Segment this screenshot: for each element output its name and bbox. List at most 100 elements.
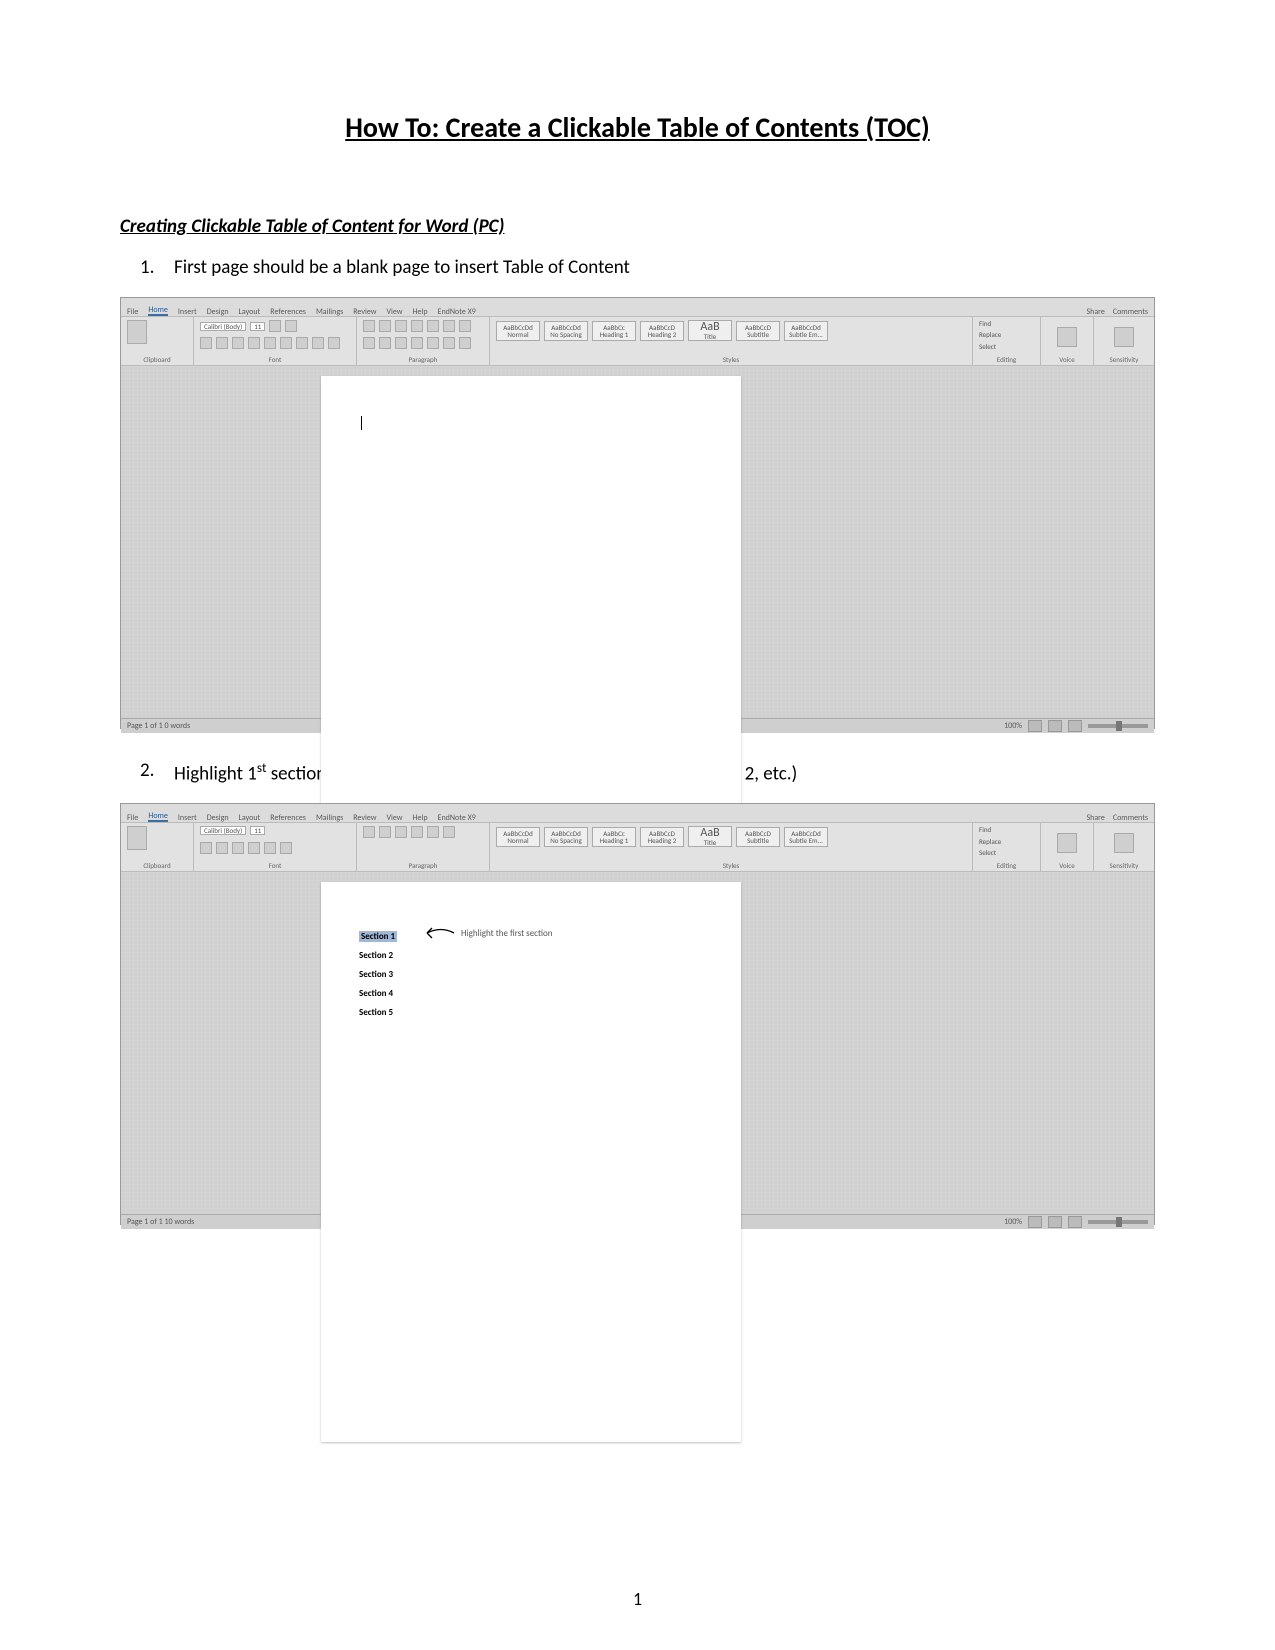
align-center-icon[interactable] xyxy=(379,337,391,349)
show-marks-icon[interactable] xyxy=(459,320,471,332)
tab-review[interactable]: Review xyxy=(353,308,376,316)
select-button[interactable]: Select xyxy=(979,343,1034,350)
tab-help[interactable]: Help xyxy=(413,308,428,316)
tab-design[interactable]: Design xyxy=(207,814,229,822)
tab-view[interactable]: View xyxy=(386,308,402,316)
style-normal[interactable]: AaBbCcDdNormal xyxy=(496,321,540,341)
style-nospacing[interactable]: AaBbCcDdNo Spacing xyxy=(544,827,588,847)
view-readmode-icon[interactable] xyxy=(1028,720,1042,732)
align-left-icon[interactable] xyxy=(395,826,407,838)
tab-layout[interactable]: Layout xyxy=(239,308,261,316)
select-button[interactable]: Select xyxy=(979,849,1034,856)
section-3-text[interactable]: Section 3 xyxy=(359,966,397,985)
tab-view[interactable]: View xyxy=(386,814,402,822)
highlight-icon[interactable] xyxy=(312,337,324,349)
bullets-icon[interactable] xyxy=(363,826,375,838)
dictate-icon[interactable] xyxy=(1057,327,1077,347)
bold-icon[interactable] xyxy=(200,842,212,854)
subscript-icon[interactable] xyxy=(264,337,276,349)
share-button[interactable]: Share xyxy=(1086,814,1104,822)
replace-button[interactable]: Replace xyxy=(979,331,1034,338)
style-subtitle[interactable]: AaBbCcDSubtitle xyxy=(736,321,780,341)
font-name-box[interactable]: Calibri (Body) xyxy=(200,322,246,331)
style-subtleem[interactable]: AaBbCcDdSubtle Em... xyxy=(784,321,828,341)
outdent-icon[interactable] xyxy=(411,320,423,332)
font-name-box[interactable]: Calibri (Body) xyxy=(200,826,246,835)
style-heading1[interactable]: AaBbCcHeading 1 xyxy=(592,321,636,341)
strike-icon[interactable] xyxy=(248,842,260,854)
zoom-slider[interactable] xyxy=(1088,724,1148,728)
style-title[interactable]: AaBTitle xyxy=(688,826,732,847)
superscript-icon[interactable] xyxy=(280,337,292,349)
paste-icon[interactable] xyxy=(127,320,147,344)
tab-home[interactable]: Home xyxy=(148,306,168,316)
style-title[interactable]: AaBTitle xyxy=(688,320,732,341)
multilevel-icon[interactable] xyxy=(395,320,407,332)
tab-references[interactable]: References xyxy=(270,308,306,316)
underline-icon[interactable] xyxy=(232,337,244,349)
comments-button[interactable]: Comments xyxy=(1113,308,1148,316)
align-center-icon[interactable] xyxy=(411,826,423,838)
style-heading2[interactable]: AaBbCcDHeading 2 xyxy=(640,321,684,341)
sort-icon[interactable] xyxy=(427,826,439,838)
view-web-icon[interactable] xyxy=(1068,1216,1082,1228)
font-color-icon[interactable] xyxy=(328,337,340,349)
view-readmode-icon[interactable] xyxy=(1028,1216,1042,1228)
comments-button[interactable]: Comments xyxy=(1113,814,1148,822)
zoom-slider[interactable] xyxy=(1088,1220,1148,1224)
italic-icon[interactable] xyxy=(216,337,228,349)
underline-icon[interactable] xyxy=(232,842,244,854)
style-subtleem[interactable]: AaBbCcDdSubtle Em... xyxy=(784,827,828,847)
numbering-icon[interactable] xyxy=(379,826,391,838)
indent-icon[interactable] xyxy=(427,320,439,332)
style-heading2[interactable]: AaBbCcDHeading 2 xyxy=(640,827,684,847)
replace-button[interactable]: Replace xyxy=(979,838,1034,845)
tab-references[interactable]: References xyxy=(270,814,306,822)
font-size-box[interactable]: 11 xyxy=(250,322,265,331)
tab-insert[interactable]: Insert xyxy=(178,814,197,822)
find-button[interactable]: Find xyxy=(979,826,1034,833)
tab-endnote[interactable]: EndNote X9 xyxy=(438,814,476,822)
section-4-text[interactable]: Section 4 xyxy=(359,985,397,1004)
shrink-font-icon[interactable] xyxy=(285,320,297,332)
tab-file[interactable]: File xyxy=(127,308,138,316)
tab-home[interactable]: Home xyxy=(148,812,168,822)
bullets-icon[interactable] xyxy=(363,320,375,332)
tab-mailings[interactable]: Mailings xyxy=(316,814,343,822)
paste-icon[interactable] xyxy=(127,826,147,850)
shading-icon[interactable] xyxy=(443,337,455,349)
text-effects-icon[interactable] xyxy=(296,337,308,349)
section-2-text[interactable]: Section 2 xyxy=(359,947,397,966)
tab-insert[interactable]: Insert xyxy=(178,308,197,316)
tab-mailings[interactable]: Mailings xyxy=(316,308,343,316)
italic-icon[interactable] xyxy=(216,842,228,854)
sort-icon[interactable] xyxy=(443,320,455,332)
show-marks-icon[interactable] xyxy=(443,826,455,838)
highlight-icon[interactable] xyxy=(264,842,276,854)
line-spacing-icon[interactable] xyxy=(427,337,439,349)
sensitivity-icon[interactable] xyxy=(1114,327,1134,347)
align-right-icon[interactable] xyxy=(395,337,407,349)
tab-layout[interactable]: Layout xyxy=(239,814,261,822)
view-web-icon[interactable] xyxy=(1068,720,1082,732)
tab-file[interactable]: File xyxy=(127,814,138,822)
style-subtitle[interactable]: AaBbCcDSubtitle xyxy=(736,827,780,847)
document-canvas[interactable] xyxy=(121,366,1154,718)
bold-icon[interactable] xyxy=(200,337,212,349)
font-size-box[interactable]: 11 xyxy=(250,826,265,835)
justify-icon[interactable] xyxy=(411,337,423,349)
section-5-text[interactable]: Section 5 xyxy=(359,1004,397,1023)
tab-help[interactable]: Help xyxy=(413,814,428,822)
style-normal[interactable]: AaBbCcDdNormal xyxy=(496,827,540,847)
tab-design[interactable]: Design xyxy=(207,308,229,316)
content-page[interactable]: Section 1 Section 2 Section 3 Section 4 … xyxy=(321,882,741,1442)
share-button[interactable]: Share xyxy=(1086,308,1104,316)
numbering-icon[interactable] xyxy=(379,320,391,332)
dictate-icon[interactable] xyxy=(1057,833,1077,853)
document-canvas[interactable]: Section 1 Section 2 Section 3 Section 4 … xyxy=(121,872,1154,1214)
sensitivity-icon[interactable] xyxy=(1114,833,1134,853)
borders-icon[interactable] xyxy=(459,337,471,349)
section-1-highlighted[interactable]: Section 1 xyxy=(359,931,397,942)
tab-review[interactable]: Review xyxy=(353,814,376,822)
align-left-icon[interactable] xyxy=(363,337,375,349)
